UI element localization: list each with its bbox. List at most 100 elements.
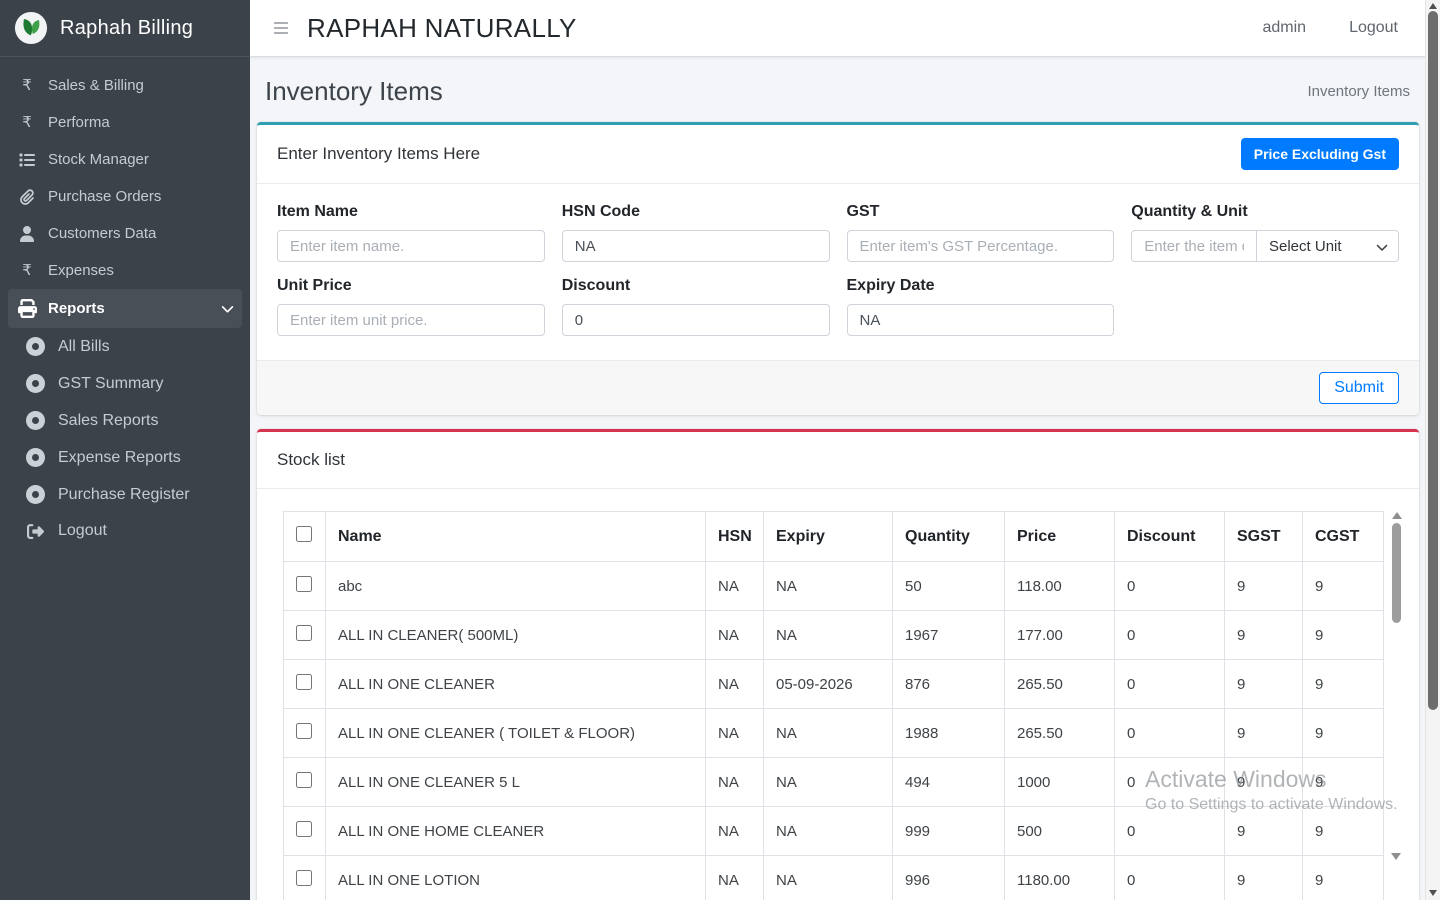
expiry-date-input[interactable]: [847, 304, 1115, 336]
gst-label: GST: [847, 203, 1115, 221]
page-scrollbar[interactable]: [1425, 0, 1440, 900]
cell-name: ALL IN ONE CLEANER 5 L: [326, 758, 706, 807]
app-title: RAPHAH NATURALLY: [307, 13, 577, 44]
cell-sgst: 9: [1225, 758, 1303, 807]
form-card-footer: Submit: [257, 360, 1419, 415]
sidebar-item-stock-manager[interactable]: Stock Manager: [8, 141, 242, 178]
cell-hsn: NA: [706, 856, 764, 900]
cell-price: 265.50: [1005, 660, 1115, 709]
table-scroll-down-icon[interactable]: [1391, 853, 1401, 860]
cell-price: 1000: [1005, 758, 1115, 807]
cell-discount: 0: [1115, 758, 1225, 807]
column-header-quantity: Quantity: [893, 512, 1005, 562]
table-row: ALL IN ONE CLEANER ( TOILET & FLOOR)NANA…: [284, 709, 1384, 758]
row-checkbox[interactable]: [296, 772, 312, 788]
discount-input[interactable]: [562, 304, 830, 336]
column-header-cgst: CGST: [1303, 512, 1384, 562]
cell-cgst: 9: [1303, 611, 1384, 660]
cell-discount: 0: [1115, 807, 1225, 856]
cell-discount: 0: [1115, 660, 1225, 709]
sidebar-item-expenses[interactable]: ₹Expenses: [8, 252, 242, 289]
admin-link[interactable]: admin: [1262, 19, 1306, 37]
sidebar-item-customers-data[interactable]: Customers Data: [8, 215, 242, 252]
stock-table-header-row: NameHSNExpiryQuantityPriceDiscountSGSTCG…: [284, 512, 1384, 562]
user-icon: [16, 226, 38, 242]
cell-cgst: 9: [1303, 856, 1384, 900]
cell-sgst: 9: [1225, 856, 1303, 900]
sidebar-subitem-purchase-register[interactable]: Purchase Register: [8, 476, 242, 513]
cell-hsn: NA: [706, 758, 764, 807]
cell-expiry: NA: [764, 807, 893, 856]
cell-name: ALL IN ONE LOTION: [326, 856, 706, 900]
page-scroll-down-icon[interactable]: [1429, 890, 1437, 896]
cell-quantity: 50: [893, 562, 1005, 611]
row-checkbox[interactable]: [296, 821, 312, 837]
sidebar-item-purchase-orders[interactable]: Purchase Orders: [8, 178, 242, 215]
stock-table-body: abcNANA50118.00099ALL IN CLEANER( 500ML)…: [284, 562, 1384, 900]
row-checkbox[interactable]: [296, 723, 312, 739]
select-all-checkbox[interactable]: [296, 526, 312, 542]
sidebar-subitem-label: All Bills: [58, 338, 110, 356]
sidebar-subitem-all-bills[interactable]: All Bills: [8, 328, 242, 365]
form-card-header: Enter Inventory Items Here Price Excludi…: [257, 125, 1419, 184]
unit-price-field-group: Unit Price: [277, 277, 545, 336]
cell-price: 265.50: [1005, 709, 1115, 758]
cell-expiry: NA: [764, 709, 893, 758]
cell-price: 118.00: [1005, 562, 1115, 611]
quantity-input[interactable]: [1131, 230, 1257, 262]
cell-hsn: NA: [706, 709, 764, 758]
column-header-hsn: HSN: [706, 512, 764, 562]
unit-select[interactable]: Select Unit: [1256, 230, 1399, 262]
item-name-input[interactable]: [277, 230, 545, 262]
page-scroll-up-icon[interactable]: [1429, 3, 1437, 9]
topbar-logout-link[interactable]: Logout: [1349, 19, 1398, 37]
table-scrollbar[interactable]: [1390, 512, 1403, 860]
table-row: abcNANA50118.00099: [284, 562, 1384, 611]
inventory-form-card: Enter Inventory Items Here Price Excludi…: [257, 122, 1419, 415]
sidebar-item-label: Logout: [58, 522, 107, 540]
row-checkbox[interactable]: [296, 870, 312, 886]
row-checkbox[interactable]: [296, 625, 312, 641]
cell-cgst: 9: [1303, 709, 1384, 758]
sidebar-item-performa[interactable]: ₹Performa: [8, 104, 242, 141]
gst-field-group: GST: [847, 203, 1115, 262]
cell-name: ALL IN ONE CLEANER ( TOILET & FLOOR): [326, 709, 706, 758]
unit-price-input[interactable]: [277, 304, 545, 336]
hsn-input[interactable]: [562, 230, 830, 262]
row-checkbox[interactable]: [296, 576, 312, 592]
cell-quantity: 996: [893, 856, 1005, 900]
sidebar-item-label: Purchase Orders: [48, 188, 161, 205]
sidebar-subitem-expense-reports[interactable]: Expense Reports: [8, 439, 242, 476]
expiry-date-field-group: Expiry Date: [847, 277, 1115, 336]
unit-price-label: Unit Price: [277, 277, 545, 295]
cell-discount: 0: [1115, 856, 1225, 900]
row-checkbox-cell: [284, 709, 326, 758]
cell-discount: 0: [1115, 611, 1225, 660]
page-scroll-thumb[interactable]: [1428, 11, 1438, 710]
submit-button[interactable]: Submit: [1319, 372, 1399, 404]
hsn-field-group: HSN Code: [562, 203, 830, 262]
sidebar-item-reports[interactable]: Reports: [8, 289, 242, 328]
cell-quantity: 1988: [893, 709, 1005, 758]
table-scroll-up-icon[interactable]: [1392, 512, 1402, 519]
quantity-unit-label: Quantity & Unit: [1131, 203, 1399, 221]
sidebar-subitem-sales-reports[interactable]: Sales Reports: [8, 402, 242, 439]
price-excluding-gst-button[interactable]: Price Excluding Gst: [1241, 138, 1399, 170]
row-checkbox[interactable]: [296, 674, 312, 690]
brand[interactable]: Raphah Billing: [0, 0, 250, 57]
menu-toggle-icon[interactable]: [272, 20, 290, 36]
empty-cell: [1131, 277, 1399, 336]
sidebar-subitem-gst-summary[interactable]: GST Summary: [8, 365, 242, 402]
row-checkbox-cell: [284, 856, 326, 900]
sidebar-item-label: Expenses: [48, 262, 114, 279]
cell-expiry: 05-09-2026: [764, 660, 893, 709]
item-name-field-group: Item Name: [277, 203, 545, 262]
cell-expiry: NA: [764, 611, 893, 660]
printer-icon: [16, 299, 38, 318]
sidebar-item-sales-billing[interactable]: ₹Sales & Billing: [8, 67, 242, 104]
gst-input[interactable]: [847, 230, 1115, 262]
table-scroll-thumb[interactable]: [1392, 523, 1401, 623]
sidebar-item-logout[interactable]: Logout: [8, 513, 242, 549]
circle-icon: [26, 411, 45, 430]
discount-field-group: Discount: [562, 277, 830, 336]
